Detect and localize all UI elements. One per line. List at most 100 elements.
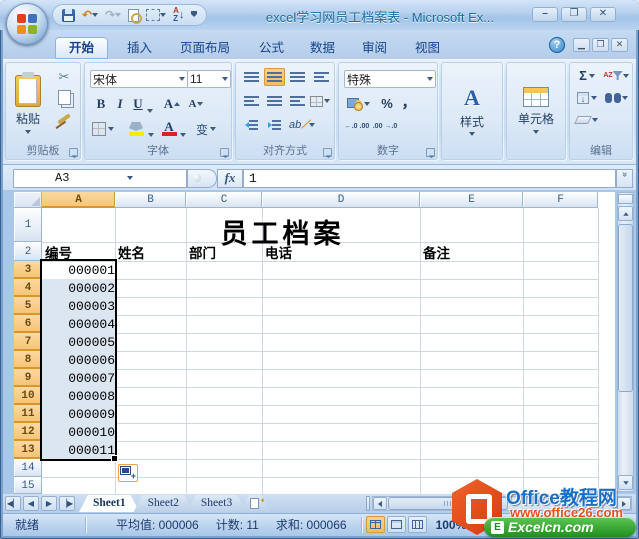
column-header-d[interactable]: D: [262, 192, 420, 208]
vertical-scroll-thumb[interactable]: [618, 224, 633, 392]
orientation-button[interactable]: ab ⟋: [289, 116, 315, 134]
align-left-button[interactable]: [241, 92, 262, 110]
save-button[interactable]: [60, 6, 77, 24]
redo-button[interactable]: ↷: [103, 6, 123, 24]
tab-insert[interactable]: 插入: [113, 37, 166, 59]
row-header-14[interactable]: 14: [14, 459, 42, 477]
expand-formula-bar-button[interactable]: «: [616, 168, 633, 188]
shrink-font-button[interactable]: A: [186, 95, 206, 113]
row-header-1[interactable]: 1: [14, 208, 42, 242]
scroll-left-button[interactable]: [373, 497, 388, 510]
name-box[interactable]: A3: [13, 168, 187, 188]
formula-input[interactable]: 1: [243, 168, 616, 188]
office-button[interactable]: [6, 3, 48, 45]
last-sheet-button[interactable]: ▕▶: [59, 496, 75, 511]
normal-view-button[interactable]: [365, 516, 385, 533]
comma-style-button[interactable]: ，: [400, 92, 418, 111]
tab-page-layout[interactable]: 页面布局: [166, 37, 244, 59]
borders-button[interactable]: [90, 119, 116, 139]
tab-view[interactable]: 视图: [401, 37, 454, 59]
font-name-combo[interactable]: 宋体: [90, 70, 188, 88]
align-right-button[interactable]: [287, 92, 308, 110]
zoom-slider[interactable]: [474, 518, 565, 531]
insert-function-button[interactable]: fx: [217, 168, 243, 188]
clear-button[interactable]: [573, 111, 601, 128]
align-center-button[interactable]: [264, 92, 285, 110]
phonetic-guide-button[interactable]: 变: [192, 119, 220, 139]
undo-button[interactable]: ↶: [80, 6, 100, 24]
select-objects-button[interactable]: [144, 6, 168, 24]
align-top-button[interactable]: [241, 68, 262, 86]
column-header-f[interactable]: F: [523, 192, 598, 208]
row-header-7[interactable]: 7: [14, 333, 42, 351]
name-box-grip[interactable]: [187, 168, 217, 188]
sort-filter-button[interactable]: AZ: [603, 67, 629, 84]
page-layout-view-button[interactable]: [386, 516, 406, 533]
doc-restore-button[interactable]: ❐: [592, 38, 609, 52]
cell-e2[interactable]: 备注: [420, 242, 526, 261]
tab-home[interactable]: 开始: [55, 37, 109, 59]
row-header-13[interactable]: 13: [14, 441, 42, 459]
sort-az-button[interactable]: AZ ↓: [171, 6, 186, 24]
page-break-view-button[interactable]: [407, 516, 427, 533]
font-size-combo[interactable]: 11: [187, 70, 231, 88]
cell-b2[interactable]: 姓名: [115, 242, 189, 261]
sheet-tab-sheet1[interactable]: Sheet1: [79, 495, 140, 512]
tab-scrollbar-splitter[interactable]: [366, 496, 371, 511]
row-header-5[interactable]: 5: [14, 297, 42, 315]
italic-button[interactable]: I: [112, 95, 128, 113]
column-header-a[interactable]: A: [42, 192, 115, 208]
copy-button[interactable]: [53, 88, 75, 106]
decrease-indent-button[interactable]: [241, 116, 262, 134]
doc-minimize-button[interactable]: ▁: [573, 38, 590, 52]
zoom-level[interactable]: 100%: [436, 518, 467, 532]
print-preview-button[interactable]: [126, 6, 143, 24]
vertical-scrollbar[interactable]: [617, 192, 634, 492]
align-bottom-button[interactable]: [287, 68, 308, 86]
zoom-slider-thumb[interactable]: [514, 518, 522, 531]
fill-button[interactable]: ↓: [573, 89, 601, 106]
select-all-corner[interactable]: [14, 192, 42, 208]
row-header-8[interactable]: 8: [14, 351, 42, 369]
cell-c2[interactable]: 部门: [186, 242, 265, 261]
minimize-button[interactable]: –: [532, 7, 558, 22]
paste-button[interactable]: 粘贴: [9, 68, 47, 140]
wrap-text-button[interactable]: [312, 68, 331, 86]
autofill-options-button[interactable]: +: [118, 464, 138, 482]
row-header-2[interactable]: 2: [14, 242, 42, 261]
help-button[interactable]: ?: [549, 37, 565, 53]
increase-indent-button[interactable]: [264, 116, 285, 134]
alignment-dialog-launcher[interactable]: [323, 148, 332, 157]
tab-formulas[interactable]: 公式: [245, 37, 298, 59]
cell-d2[interactable]: 电话: [262, 242, 423, 261]
sheet-tab-sheet3[interactable]: Sheet3: [187, 495, 246, 512]
scroll-right-button[interactable]: [617, 497, 631, 510]
row-header-3[interactable]: 3: [14, 261, 42, 279]
next-sheet-button[interactable]: ▶: [41, 496, 57, 511]
merge-center-button[interactable]: [309, 92, 331, 110]
close-button[interactable]: ✕: [590, 7, 616, 22]
increase-decimal-button[interactable]: ←.0 .00: [344, 118, 370, 135]
row-header-10[interactable]: 10: [14, 387, 42, 405]
qat-customize-button[interactable]: [189, 6, 199, 24]
align-middle-button[interactable]: [264, 68, 285, 86]
horizontal-scrollbar[interactable]: [372, 496, 632, 511]
accounting-format-button[interactable]: [344, 94, 372, 113]
underline-button[interactable]: U: [130, 95, 146, 113]
decrease-decimal-button[interactable]: .00 →.0: [372, 118, 398, 135]
doc-close-button[interactable]: ✕: [611, 38, 628, 52]
row-header-9[interactable]: 9: [14, 369, 42, 387]
number-format-combo[interactable]: 特殊: [344, 70, 436, 88]
horizontal-scroll-thumb[interactable]: [388, 497, 509, 510]
first-sheet-button[interactable]: ◀▏: [5, 496, 21, 511]
find-select-button[interactable]: [603, 89, 629, 106]
row-header-11[interactable]: 11: [14, 405, 42, 423]
vertical-split-handle[interactable]: [618, 194, 633, 204]
row-header-15[interactable]: 15: [14, 477, 42, 494]
font-dialog-launcher[interactable]: [220, 148, 229, 157]
format-painter-button[interactable]: [53, 110, 75, 128]
row-header-6[interactable]: 6: [14, 315, 42, 333]
underline-dropdown[interactable]: [147, 102, 153, 120]
clipboard-dialog-launcher[interactable]: [69, 148, 78, 157]
sheet-grid[interactable]: A B C D E F 1 2 3 4 5 6 7 8 9 10 11 12 1…: [14, 192, 615, 494]
